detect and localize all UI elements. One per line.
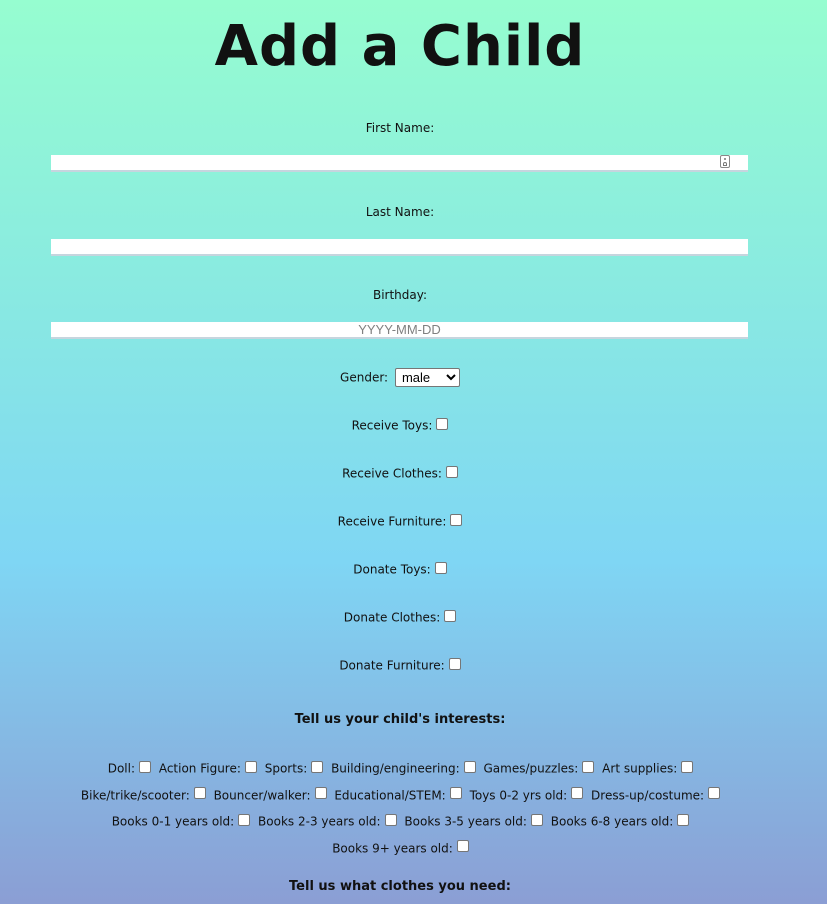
interest-checkbox-games[interactable] [582, 760, 595, 773]
interest-checkbox-books-3-5[interactable] [530, 813, 543, 826]
donate-toys-label: Donate Toys: [353, 562, 431, 577]
receive-toys-label: Receive Toys: [351, 418, 433, 433]
interest-checkbox-sports[interactable] [311, 760, 324, 773]
receive-clothes-row: Receive Clothes: [0, 465, 800, 481]
interest-label: Doll: [107, 761, 135, 776]
interest-item-games: Games/puzzles: [483, 755, 595, 782]
receive-furniture-checkbox[interactable] [450, 513, 463, 526]
interest-item-doll: Doll: [108, 755, 151, 782]
interest-item-dress-up: Dress-up/costume: [591, 782, 721, 809]
interest-item-books-6-8: Books 6-8 years old: [551, 808, 690, 835]
interest-checkbox-books-6-8[interactable] [677, 813, 690, 826]
clothes-heading: Tell us what clothes you need: [289, 879, 511, 894]
interest-checkbox-action-figure[interactable] [244, 760, 257, 773]
interest-label: Books 2-3 years old: [258, 814, 381, 829]
interest-item-toys-0-2: Toys 0-2 yrs old: [470, 782, 584, 809]
interest-checkbox-books-2-3[interactable] [384, 813, 397, 826]
interest-label: Books 6-8 years old: [550, 814, 674, 829]
interest-label: Books 3-5 years old: [404, 814, 527, 829]
interest-label: Toys 0-2 yrs old: [469, 788, 568, 802]
interest-label: Books 9+ years old: [332, 841, 453, 855]
page-title: Add a Child [214, 14, 586, 79]
interest-label: Art supplies: [602, 761, 678, 776]
last-name-label: Last Name: [365, 205, 435, 219]
first-name-label: First Name: [365, 121, 435, 135]
interest-item-art: Art supplies: [602, 755, 694, 782]
first-name-input[interactable] [51, 155, 748, 172]
gender-row: Gender: male [0, 368, 800, 387]
interest-item-books-2-3: Books 2-3 years old: [258, 808, 397, 835]
interest-item-books-0-1: Books 0-1 years old: [112, 808, 251, 835]
interest-checkbox-doll[interactable] [139, 760, 151, 773]
interest-item-action-figure: Action Figure: [159, 755, 257, 782]
donate-toys-row: Donate Toys: [0, 561, 800, 577]
receive-clothes-checkbox[interactable] [445, 465, 458, 478]
interests-list: Doll: Action Figure: Sports: Building/en… [52, 755, 749, 861]
interest-checkbox-books-9-plus[interactable] [456, 840, 469, 852]
interest-item-bouncer: Bouncer/walker: [214, 782, 327, 809]
birthday-label: Birthday: [372, 288, 428, 302]
interest-checkbox-building[interactable] [463, 760, 476, 773]
gender-select[interactable]: male [394, 368, 460, 387]
contact-autofill-icon[interactable] [720, 155, 730, 168]
donate-clothes-label: Donate Clothes: [343, 610, 441, 625]
receive-furniture-row: Receive Furniture: [0, 513, 800, 529]
interest-item-educational: Educational/STEM: [334, 782, 462, 809]
birthday-input[interactable] [51, 322, 748, 339]
interest-label: Dress-up/costume: [591, 788, 705, 802]
interest-item-bike: Bike/trike/scooter: [81, 782, 206, 809]
interest-checkbox-bike[interactable] [193, 787, 206, 799]
receive-furniture-label: Receive Furniture: [337, 514, 447, 529]
receive-clothes-label: Receive Clothes: [342, 466, 442, 481]
donate-furniture-checkbox[interactable] [448, 657, 461, 670]
gender-label: Gender: [340, 370, 389, 385]
donate-furniture-row: Donate Furniture: [0, 657, 800, 673]
interest-label: Games/puzzles: [483, 761, 579, 776]
interest-item-sports: Sports: [265, 755, 324, 782]
last-name-input[interactable] [51, 239, 748, 256]
interest-item-books-9-plus: Books 9+ years old: [332, 835, 469, 862]
interest-label: Building/engineering: [331, 761, 460, 776]
receive-toys-row: Receive Toys: [0, 417, 800, 433]
interest-checkbox-educational[interactable] [449, 787, 462, 799]
interest-checkbox-dress-up[interactable] [708, 787, 721, 799]
interest-item-books-3-5: Books 3-5 years old: [404, 808, 543, 835]
interest-label: Books 0-1 years old: [111, 814, 235, 829]
interest-checkbox-art[interactable] [681, 760, 694, 773]
donate-toys-checkbox[interactable] [434, 561, 447, 574]
receive-toys-checkbox[interactable] [436, 417, 449, 430]
interest-label: Action Figure: [158, 761, 241, 776]
interest-checkbox-books-0-1[interactable] [238, 813, 251, 826]
interest-label: Educational/STEM: [334, 788, 446, 802]
donate-clothes-checkbox[interactable] [444, 609, 457, 622]
interest-item-building: Building/engineering: [331, 755, 476, 782]
interests-heading: Tell us your child's interests: [294, 712, 506, 727]
donate-clothes-row: Donate Clothes: [0, 609, 800, 625]
interest-label: Bouncer/walker: [213, 788, 311, 802]
donate-furniture-label: Donate Furniture: [339, 658, 445, 673]
interest-checkbox-toys-0-2[interactable] [571, 787, 584, 799]
interest-checkbox-bouncer[interactable] [314, 787, 327, 799]
interest-label: Bike/trike/scooter: [80, 788, 190, 802]
interest-label: Sports: [264, 761, 308, 776]
